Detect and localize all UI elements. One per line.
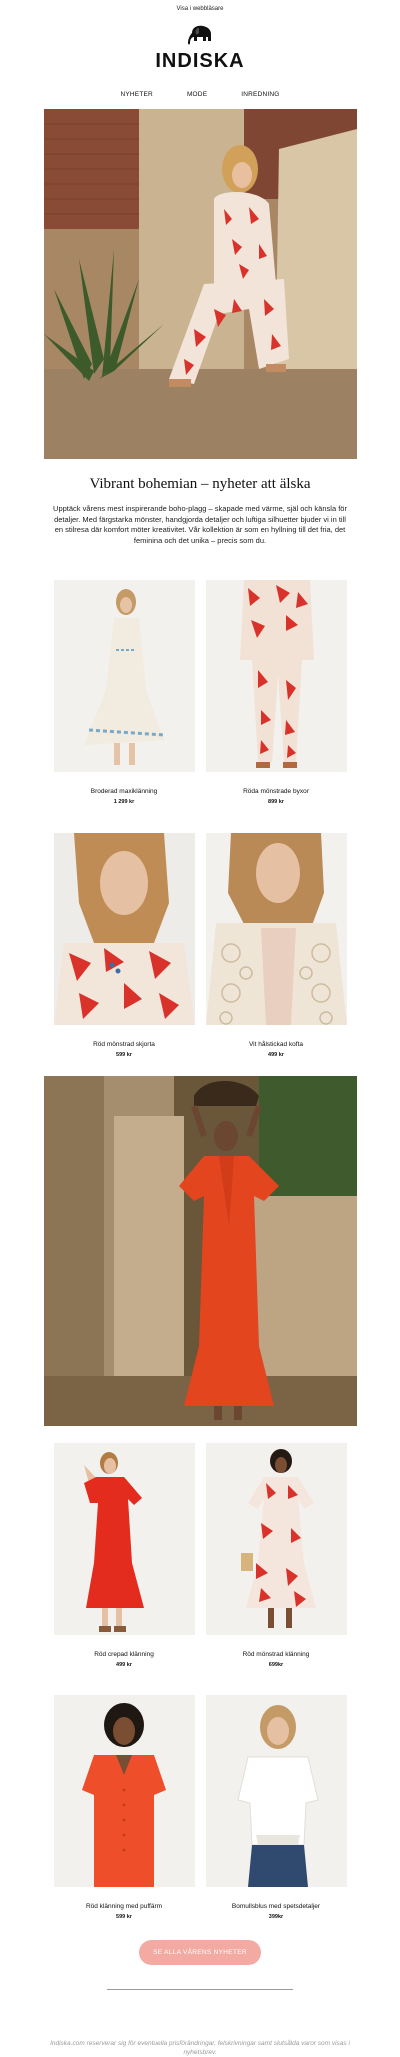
product-price: 499 kr xyxy=(116,1662,132,1668)
footer-disclaimer: Indiska.com reserverar sig för eventuell… xyxy=(50,2040,350,2056)
product-name: Röd klänning med puffärm xyxy=(85,1903,163,1910)
footer-divider xyxy=(0,1989,400,1990)
product-grid-2: Röd mönstrad skjorta 599 kr Vit hålstick… xyxy=(53,833,347,1058)
product-name: Röda mönstrade byxor xyxy=(243,788,309,795)
product-image[interactable] xyxy=(53,1695,195,1887)
intro-body: Upptäck vårens mest inspirerande boho-pl… xyxy=(53,504,347,545)
product-card[interactable]: Röd mönstrad skjorta 599 kr xyxy=(53,833,195,1058)
product-card[interactable]: Röd crepad klänning 499 kr xyxy=(53,1443,195,1668)
hero-photo xyxy=(43,109,357,459)
product-price: 599 kr xyxy=(116,1914,132,1920)
divider-line xyxy=(107,1989,293,1990)
brand-wordmark: INDISKA xyxy=(155,50,245,72)
product-card[interactable]: Röd klänning med puffärm 599 kr xyxy=(53,1695,195,1920)
product-price: 499 kr xyxy=(268,1052,284,1058)
product-price: 1 299 kr xyxy=(113,799,135,805)
nav-item-mode[interactable]: MODE xyxy=(187,91,207,98)
product-card[interactable]: Röda mönstrade byxor 899 kr xyxy=(205,580,347,805)
product-name: Röd mönstrad klänning xyxy=(242,1651,310,1658)
product-image[interactable] xyxy=(53,580,195,772)
cta-wrapper: SE ALLA VÅRENS NYHETER xyxy=(0,1940,400,1965)
product-name: Röd mönstrad skjorta xyxy=(93,1041,155,1048)
product-grid-1: Broderad maxiklänning 1 299 kr Röda möns… xyxy=(53,580,347,805)
product-card[interactable]: Bomullsblus med spetsdetaljer 399kr xyxy=(205,1695,347,1920)
feature-banner-image[interactable] xyxy=(43,1076,357,1426)
product-image[interactable] xyxy=(53,833,195,1025)
product-price: 399kr xyxy=(268,1914,284,1920)
view-in-browser-bar: Visa i webbläsare xyxy=(0,0,400,18)
product-grid-4: Röd klänning med puffärm 599 kr Bomullsb… xyxy=(53,1695,347,1920)
product-price: 699kr xyxy=(268,1662,284,1668)
product-image[interactable] xyxy=(205,1695,347,1887)
product-grid-3: Röd crepad klänning 499 kr Röd mönstrad … xyxy=(53,1443,347,1668)
product-price: 899 kr xyxy=(268,799,284,805)
intro-headline: Vibrant bohemian – nyheter att älska xyxy=(89,476,311,492)
feature-photo xyxy=(43,1076,357,1426)
product-image[interactable] xyxy=(205,580,347,772)
product-name: Broderad maxiklänning xyxy=(90,788,158,795)
hero-image[interactable] xyxy=(43,109,357,459)
nav-item-inredning[interactable]: INREDNING xyxy=(241,91,279,98)
view-in-browser-link[interactable]: Visa i webbläsare xyxy=(177,6,224,12)
main-nav: NYHETER MODE INREDNING xyxy=(0,91,400,98)
product-name: Bomullsblus med spetsdetaljer xyxy=(231,1903,321,1910)
product-card[interactable]: Vit hålstickad kofta 499 kr xyxy=(205,833,347,1058)
product-name: Vit hålstickad kofta xyxy=(248,1041,304,1048)
product-image[interactable] xyxy=(205,1443,347,1635)
elephant-icon xyxy=(188,25,211,45)
product-card[interactable]: Röd mönstrad klänning 699kr xyxy=(205,1443,347,1668)
product-name: Röd crepad klänning xyxy=(94,1651,154,1658)
product-price: 599 kr xyxy=(116,1052,132,1058)
product-image[interactable] xyxy=(53,1443,195,1635)
product-image[interactable] xyxy=(205,833,347,1025)
logo[interactable]: INDISKA xyxy=(0,24,400,73)
nav-item-nyheter[interactable]: NYHETER xyxy=(120,91,152,98)
product-card[interactable]: Broderad maxiklänning 1 299 kr xyxy=(53,580,195,805)
see-all-news-button[interactable]: SE ALLA VÅRENS NYHETER xyxy=(139,1940,261,1965)
